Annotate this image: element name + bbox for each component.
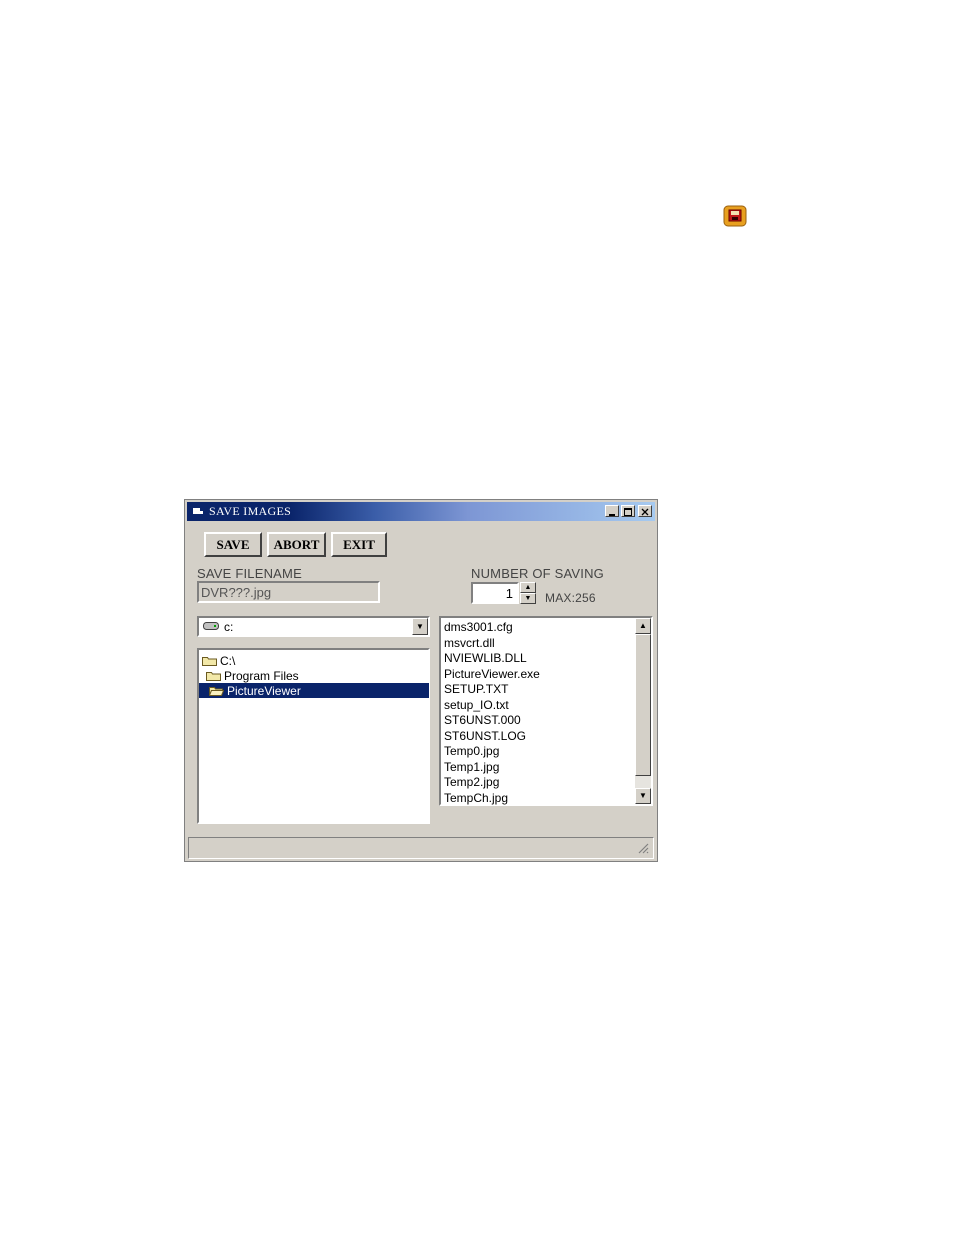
file-item[interactable]: ST6UNST.000 bbox=[444, 713, 521, 728]
number-spinner[interactable]: ▲ ▼ bbox=[520, 582, 536, 604]
minimize-button[interactable] bbox=[605, 505, 619, 517]
folder-item-selected[interactable]: PictureViewer bbox=[199, 683, 429, 698]
folder-tree[interactable]: C:\ Program Files PictureViewer bbox=[197, 648, 430, 824]
max-label: MAX:256 bbox=[545, 591, 596, 605]
folder-item[interactable]: C:\ bbox=[199, 653, 235, 668]
scroll-down-button[interactable]: ▼ bbox=[635, 788, 651, 804]
minimize-icon bbox=[609, 514, 615, 516]
app-icon bbox=[193, 508, 203, 514]
file-item[interactable]: Temp1.jpg bbox=[444, 760, 499, 775]
file-item[interactable]: Temp2.jpg bbox=[444, 775, 499, 790]
folder-item[interactable]: Program Files bbox=[199, 668, 299, 683]
save-images-icon[interactable] bbox=[723, 205, 747, 227]
window-title: SAVE IMAGES bbox=[209, 504, 292, 518]
file-list[interactable]: dms3001.cfg msvcrt.dll NVIEWLIB.DLL Picture… bbox=[439, 616, 653, 806]
folder-icon bbox=[206, 672, 221, 681]
maximize-button[interactable] bbox=[621, 505, 635, 517]
exit-button[interactable]: EXIT bbox=[331, 532, 387, 557]
save-images-window: SAVE IMAGES SAVE ABORT EXIT SAVE FILENAM… bbox=[184, 499, 658, 862]
folder-label: Program Files bbox=[224, 668, 299, 683]
file-item[interactable]: ST6UNST.LOG bbox=[444, 729, 526, 744]
file-item[interactable]: setup_IO.txt bbox=[444, 698, 509, 713]
file-item[interactable]: msvcrt.dll bbox=[444, 636, 495, 651]
title-bar: SAVE IMAGES bbox=[187, 502, 655, 521]
drive-select[interactable]: c: ▼ bbox=[197, 616, 430, 637]
scroll-thumb[interactable] bbox=[635, 634, 651, 776]
folder-label: PictureViewer bbox=[227, 683, 301, 698]
save-filename-field[interactable]: DVR???.jpg bbox=[197, 581, 380, 603]
drive-icon bbox=[203, 622, 219, 630]
file-item[interactable]: NVIEWLIB.DLL bbox=[444, 651, 527, 666]
file-item[interactable]: PictureViewer.exe bbox=[444, 667, 540, 682]
drive-value: c: bbox=[224, 620, 234, 634]
maximize-icon bbox=[624, 508, 632, 516]
spin-down-button[interactable]: ▼ bbox=[520, 593, 536, 604]
abort-button[interactable]: ABORT bbox=[267, 532, 326, 557]
folder-label: C:\ bbox=[220, 653, 236, 668]
file-item[interactable]: dms3001.cfg bbox=[444, 620, 513, 635]
save-filename-label: SAVE FILENAME bbox=[197, 566, 302, 581]
close-icon bbox=[641, 508, 649, 516]
number-of-saving-field[interactable]: 1 bbox=[471, 582, 519, 604]
resize-grip-icon[interactable] bbox=[637, 842, 649, 854]
file-item[interactable]: Temp0.jpg bbox=[444, 744, 499, 759]
save-button[interactable]: SAVE bbox=[204, 532, 262, 557]
file-item[interactable]: TempCh.jpg bbox=[444, 791, 508, 806]
dropdown-arrow-icon[interactable]: ▼ bbox=[412, 618, 428, 635]
close-button[interactable] bbox=[638, 505, 652, 517]
vertical-scrollbar[interactable]: ▲ ▼ bbox=[635, 618, 651, 804]
file-item[interactable]: SETUP.TXT bbox=[444, 682, 508, 697]
scroll-up-button[interactable]: ▲ bbox=[635, 618, 651, 634]
open-folder-icon bbox=[209, 687, 224, 696]
number-of-saving-label: NUMBER OF SAVING bbox=[471, 566, 604, 581]
folder-icon bbox=[202, 657, 217, 666]
spin-up-button[interactable]: ▲ bbox=[520, 582, 536, 593]
status-bar bbox=[188, 837, 654, 859]
